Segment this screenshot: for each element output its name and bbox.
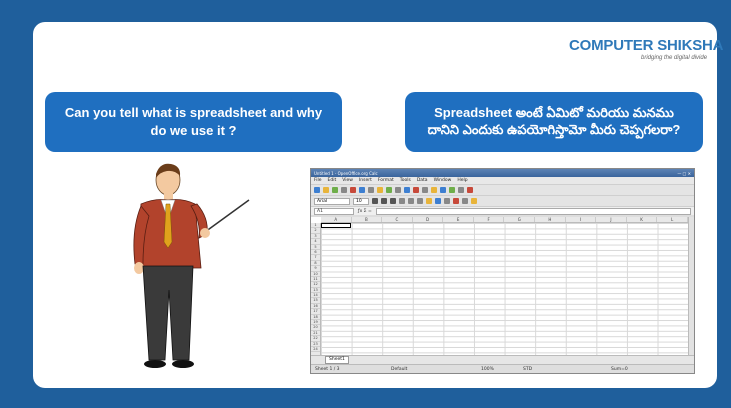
spreadsheet-grid: A B C D E F G H I J K L 1 2 3 4 5 6 7 8 9 10 11 12 1… xyxy=(311,217,694,355)
column-header: H xyxy=(535,217,566,222)
spreadsheet-status-bar: Sheet 1 / 3 Default 100% STD Sum=0 xyxy=(311,364,694,373)
row-header: 24 xyxy=(311,347,320,353)
column-header: L xyxy=(657,217,688,222)
column-header: I xyxy=(566,217,597,222)
spreadsheet-window-title: Untitled 1 - OpenOffice.org Calc xyxy=(314,170,378,176)
cell-area xyxy=(321,223,688,355)
spreadsheet-standard-toolbar xyxy=(311,184,694,195)
menu-help: Help xyxy=(457,178,468,183)
status-style: Default xyxy=(391,366,408,372)
status-sheet: Sheet 1 / 3 xyxy=(315,366,340,372)
status-zoom: 100% xyxy=(481,366,494,372)
logo-title: COMPUTER SHIKSHA xyxy=(569,37,724,54)
column-header: J xyxy=(596,217,627,222)
spreadsheet-formula-bar: A1 ƒx Σ = xyxy=(311,206,694,215)
column-header: B xyxy=(352,217,383,222)
function-icon: ƒx Σ = xyxy=(358,208,372,214)
menu-view: View xyxy=(342,178,353,183)
status-sum: Sum=0 xyxy=(611,366,628,372)
computer-shiksha-logo: COMPUTER SHIKSHA bridging the digital di… xyxy=(569,37,724,69)
question-english-bubble: Can you tell what is spreadsheet and why… xyxy=(45,92,342,152)
spreadsheet-formatting-toolbar: Arial 10 xyxy=(311,195,694,206)
column-header: G xyxy=(504,217,536,222)
selected-cell xyxy=(321,223,351,229)
column-header: C xyxy=(382,217,413,222)
menu-edit: Edit xyxy=(327,178,337,183)
menu-window: Window xyxy=(433,178,452,183)
sheet-tabs: Sheet1 xyxy=(311,355,694,364)
logo-tagline: bridging the digital divide xyxy=(641,55,708,61)
menu-tools: Tools xyxy=(399,178,411,183)
column-header: F xyxy=(474,217,505,222)
question-english-text: Can you tell what is spreadsheet and why… xyxy=(64,104,323,138)
menu-data: Data xyxy=(416,178,428,183)
font-name-box: Arial xyxy=(314,197,350,205)
row-headers: 1 2 3 4 5 6 7 8 9 10 11 12 13 14 15 16 17 18 19 20 21 22 23 24 xyxy=(311,223,321,355)
spreadsheet-title-bar: Untitled 1 - OpenOffice.org Calc — □ ✕ xyxy=(311,169,694,177)
slide-panel: COMPUTER SHIKSHA bridging the digital di… xyxy=(33,22,724,388)
formula-input xyxy=(375,207,691,215)
column-header: A xyxy=(321,217,352,222)
teacher-illustration xyxy=(133,163,250,368)
menu-file: File xyxy=(314,178,322,183)
cell-reference-box: A1 xyxy=(314,207,354,215)
question-telugu-bubble: Spreadsheet అంటే ఏమిటో మరియు మనము దానిని… xyxy=(405,92,703,152)
font-size-box: 10 xyxy=(353,197,369,205)
window-controls-icon: — □ ✕ xyxy=(677,170,691,176)
menu-insert: Insert xyxy=(358,178,372,183)
question-telugu-text: Spreadsheet అంటే ఏమిటో మరియు మనము దానిని… xyxy=(427,105,681,137)
spreadsheet-menu-bar: File Edit View Insert Format Tools Data … xyxy=(311,177,694,184)
sheet-tab: Sheet1 xyxy=(325,356,349,364)
spreadsheet-window-screenshot: Untitled 1 - OpenOffice.org Calc — □ ✕ F… xyxy=(310,168,695,374)
status-mode: STD xyxy=(523,366,533,372)
menu-format: Format xyxy=(377,178,394,183)
column-header: K xyxy=(627,217,658,222)
column-header: D xyxy=(413,217,444,222)
column-header: E xyxy=(443,217,474,222)
vertical-scrollbar xyxy=(688,217,694,355)
